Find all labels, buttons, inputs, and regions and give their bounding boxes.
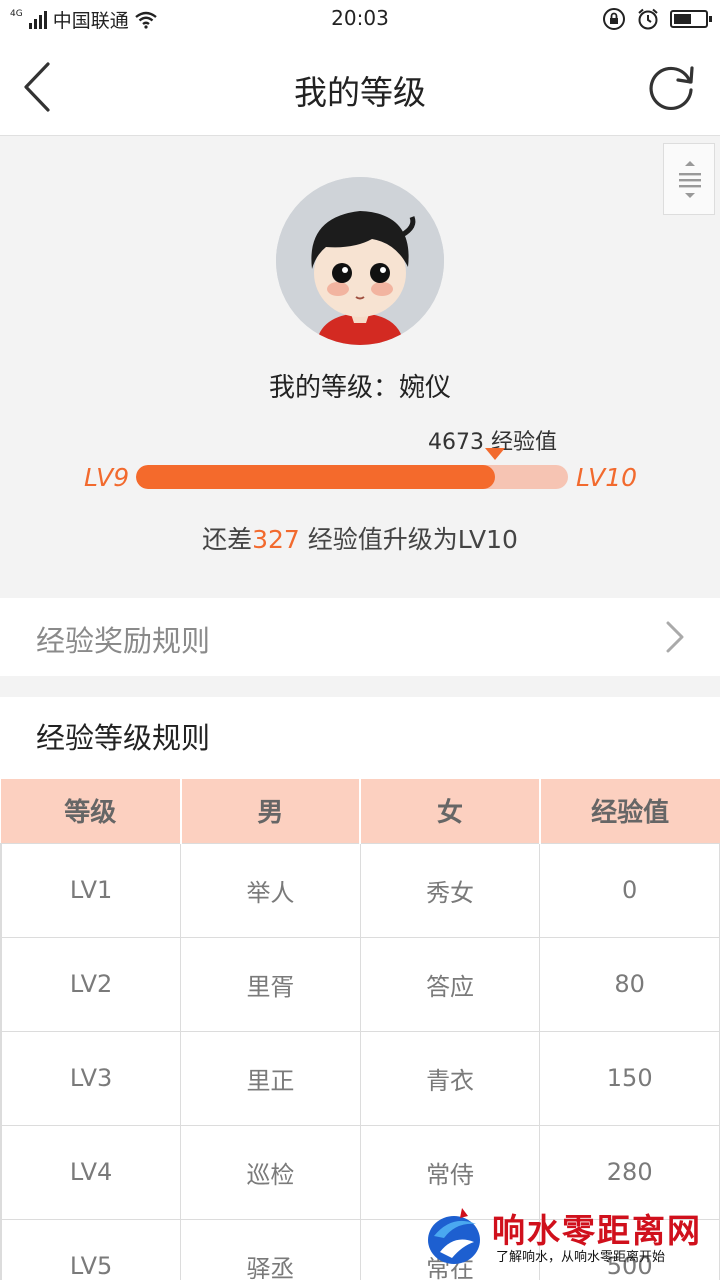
profile-section: 我的等级：婉仪 4673 经验值 LV9 LV10 还差327 经验值升级为LV… [0,137,720,595]
watermark-logo-icon [428,1208,480,1264]
cell-female-title: 秀女 [359,842,541,938]
watermark-subtitle: 了解响水，从响水零距离开始 [496,1250,666,1265]
table-row: LV2 里胥 答应 80 [0,936,720,1032]
drag-handle-icon [679,161,701,198]
table-row: LV1 举人 秀女 0 [0,842,720,938]
battery-icon [670,10,712,28]
avatar [276,177,444,345]
cartoon-face-icon [276,177,444,345]
table-header-row: 等级 男 女 经验值 [1,779,720,843]
nav-bar: 我的等级 [0,38,720,136]
next-level: LV10 [576,463,638,492]
scroll-handle[interactable] [663,143,715,215]
header-female: 女 [360,779,541,843]
cell-male-title: 驿丞 [180,1218,361,1280]
cell-female-title: 青衣 [359,1030,541,1126]
level-label: 我的等级：婉仪 [268,373,451,403]
level-progress-bar [136,465,568,489]
cell-level: LV3 [0,1030,182,1126]
site-watermark: 响水零距离网 了解响水，从响水零距离开始 [422,1202,712,1276]
cell-exp: 0 [539,842,720,938]
status-right [602,7,712,31]
header-exp: 经验值 [539,779,720,843]
cell-exp: 150 [539,1030,720,1126]
cell-level: LV2 [0,936,182,1032]
remaining-exp-text: 还差327 经验值升级为LV10 [0,520,720,556]
cell-level: LV5 [0,1218,182,1280]
cell-level: LV4 [0,1124,182,1220]
remaining-suffix: 经验值升级为LV10 [299,525,518,554]
alarm-icon [638,8,658,30]
rotation-lock-icon [603,8,625,30]
cell-level: LV1 [0,842,182,938]
cell-male-title: 巡检 [180,1124,361,1220]
refresh-icon[interactable] [644,60,698,114]
cell-male-title: 里正 [180,1030,361,1126]
level-rules-section: 经验等级规则 等级 男 女 经验值 LV1 举人 秀女 0 LV2 里胥 答应 … [0,697,720,1280]
cell-male-title: 里胥 [180,936,361,1032]
page-title: 我的等级 [294,73,426,112]
watermark-title: 响水零距离网 [492,1211,702,1250]
chevron-right-icon [666,621,684,653]
table-row: LV3 里正 青衣 150 [0,1030,720,1126]
remaining-points: 327 [252,525,300,554]
cell-male-title: 举人 [180,842,361,938]
level-rules-title: 经验等级规则 [36,721,211,755]
header-male: 男 [180,779,362,843]
exp-reward-rule-label: 经验奖励规则 [36,624,211,658]
current-level: LV9 [84,463,130,492]
cell-exp: 80 [539,936,720,1032]
progress-marker [484,448,505,460]
cell-female-title: 答应 [359,936,541,1032]
exp-reward-rule-row[interactable]: 经验奖励规则 [0,598,720,676]
level-progress-fill [136,465,495,489]
remaining-prefix: 还差 [202,525,253,554]
status-bar: 4G 中国联通 20:03 [0,0,720,38]
header-level: 等级 [1,779,182,843]
